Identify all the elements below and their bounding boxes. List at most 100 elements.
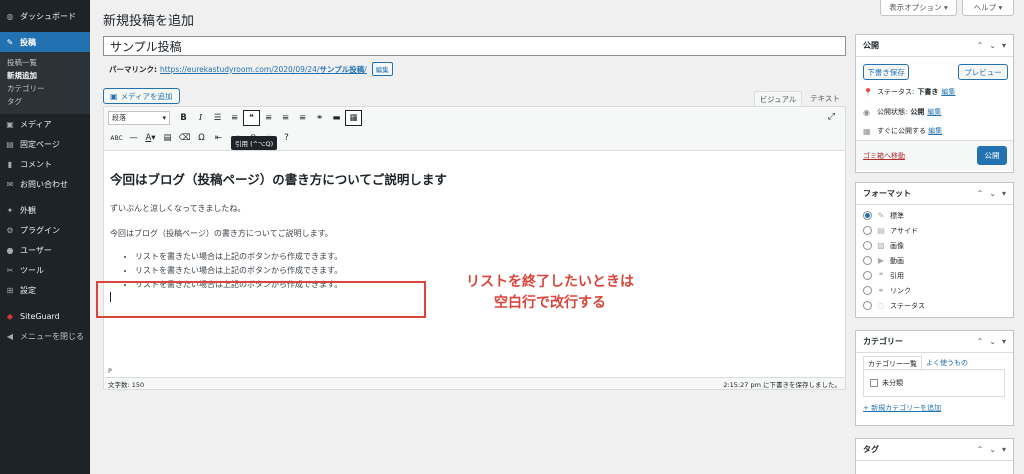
sidebar-item-dashboard[interactable]: ◍ ダッシュボード [0, 6, 90, 26]
chevron-down-icon[interactable]: ⌄ [989, 189, 996, 198]
permalink-slug: サンプル投稿 [319, 64, 365, 74]
chevron-up-icon[interactable]: ⌃ [977, 41, 984, 50]
editor-toolbar: 段落 ▾ B I ☰ ≡ ❝ ≡ ≡ ≡ ⚭ ▬ ▦ ⤢ ABC — A ▾ ▤ ⌫… [104, 107, 845, 151]
chevron-down-icon[interactable]: ⌄ [989, 445, 996, 454]
trash-link[interactable]: ゴミ箱へ移動 [863, 151, 905, 161]
sidebar-item-comments[interactable]: ▮ コメント [0, 154, 90, 174]
help-button[interactable]: ヘルプ ▾ [962, 0, 1014, 16]
preview-button[interactable]: プレビュー [958, 64, 1008, 80]
publish-button[interactable]: 公開 [977, 146, 1007, 165]
chevron-up-icon[interactable]: ⌃ [977, 189, 984, 198]
sidebar-item-appearance[interactable]: ✦ 外観 [0, 200, 90, 220]
tab-text[interactable]: テキスト [804, 91, 846, 106]
align-left-icon[interactable]: ≡ [260, 110, 277, 126]
tab-visual[interactable]: ビジュアル [754, 91, 802, 106]
category-label: 未分類 [882, 379, 903, 387]
radio[interactable] [863, 286, 872, 295]
submenu-tags[interactable]: タグ [0, 95, 90, 108]
italic-icon[interactable]: I [192, 110, 209, 126]
link-icon[interactable]: ⚭ [311, 110, 328, 126]
format-option-link[interactable]: ⚭ リンク [856, 283, 1013, 298]
radio[interactable] [863, 256, 872, 265]
radio[interactable] [863, 301, 872, 310]
sidebar-item-siteguard[interactable]: ◆ SiteGuard [0, 306, 90, 326]
more-tag-icon[interactable]: ▬ [328, 110, 345, 126]
format-select[interactable]: 段落 ▾ [108, 111, 170, 125]
sidebar-item-plugins[interactable]: ⚙ プラグイン [0, 220, 90, 240]
format-option-label: 標準 [890, 211, 904, 220]
special-char-icon[interactable]: Ω [193, 130, 210, 146]
format-box: フォーマット ⌃ ⌄ ▾ ✎ 標準 ▤ アサイド ▨ 画像 ▶ 動画 ❝ 引用 ⚭ リンク ◌ ステ… [855, 182, 1014, 318]
pin-icon: ✎ [6, 37, 14, 47]
align-center-icon[interactable]: ≡ [277, 110, 294, 126]
sidebar-item-posts[interactable]: ✎ 投稿 [0, 32, 90, 52]
radio[interactable] [863, 226, 872, 235]
caret-down-icon[interactable]: ▾ [1002, 337, 1006, 346]
edit-schedule-link[interactable]: 編集 [928, 126, 942, 136]
publish-box-title: 公開 [863, 41, 879, 50]
radio[interactable] [863, 271, 872, 280]
toolbar-toggle-icon[interactable]: ▦ [345, 110, 362, 126]
chevron-up-icon[interactable]: ⌃ [977, 445, 984, 454]
format-option-quote[interactable]: ❝ 引用 [856, 268, 1013, 283]
sidebar-item-contact[interactable]: ✉ お問い合わせ [0, 174, 90, 194]
chevron-down-icon[interactable]: ⌄ [989, 337, 996, 346]
caret-down-icon[interactable]: ▾ [1002, 189, 1006, 198]
text-color-icon[interactable]: A ▾ [142, 130, 159, 146]
submenu-all-posts[interactable]: 投稿一覧 [0, 56, 90, 69]
screen-options-button[interactable]: 表示オプション ▾ [880, 0, 957, 16]
edit-status-link[interactable]: 編集 [941, 87, 955, 97]
clear-format-icon[interactable]: ⌫ [176, 130, 193, 146]
format-option-status[interactable]: ◌ ステータス [856, 298, 1013, 313]
format-option-aside[interactable]: ▤ アサイド [856, 223, 1013, 238]
link-icon: ⚭ [877, 286, 885, 295]
format-option-standard[interactable]: ✎ 標準 [856, 208, 1013, 223]
numbered-list-icon[interactable]: ≡ [226, 110, 243, 126]
outdent-icon[interactable]: ⇤ [210, 130, 227, 146]
submenu-categories[interactable]: カテゴリー [0, 82, 90, 95]
radio[interactable] [863, 241, 872, 250]
tool-icon: ✂ [6, 265, 14, 275]
caret-down-icon[interactable]: ▾ [1002, 41, 1006, 50]
edit-visibility-link[interactable]: 編集 [927, 107, 941, 117]
radio-selected[interactable] [863, 211, 872, 220]
add-media-button[interactable]: ▣ メディアを追加 [103, 88, 180, 104]
category-checkbox[interactable] [870, 379, 878, 387]
collapse-menu-button[interactable]: ◀ メニューを閉じる [0, 326, 90, 346]
permalink-edit-button[interactable]: 編集 [371, 62, 393, 76]
content-paragraph: ずいぶんと涼しくなってきましたね。 [110, 204, 246, 213]
sidebar-item-media[interactable]: ▣ メディア [0, 114, 90, 134]
add-media-label: メディアを追加 [120, 91, 173, 101]
format-option-image[interactable]: ▨ 画像 [856, 238, 1013, 253]
sidebar-item-label: ツール [20, 265, 44, 275]
fullscreen-icon[interactable]: ⤢ [828, 112, 835, 122]
save-draft-button[interactable]: 下書き保存 [863, 64, 909, 80]
caret-down-icon[interactable]: ▾ [1002, 445, 1006, 454]
chevron-down-icon[interactable]: ⌄ [989, 41, 996, 50]
bullet-list-icon[interactable]: ☰ [209, 110, 226, 126]
submenu-add-new[interactable]: 新規追加 [0, 69, 90, 82]
format-option-video[interactable]: ▶ 動画 [856, 253, 1013, 268]
post-title-input[interactable]: サンプル投稿 [103, 36, 846, 56]
quote-icon: ❝ [878, 271, 884, 280]
paste-text-icon[interactable]: ▤ [159, 130, 176, 146]
sidebar-item-users[interactable]: ● ユーザー [0, 240, 90, 260]
plugin-icon: ⚙ [6, 225, 14, 235]
add-category-link[interactable]: + 新規カテゴリーを追加 [863, 403, 941, 413]
sidebar-item-settings[interactable]: ⊞ 設定 [0, 280, 90, 300]
posts-submenu: 投稿一覧 新規追加 カテゴリー タグ [0, 52, 90, 114]
bold-icon[interactable]: B [175, 110, 192, 126]
permalink-link[interactable]: https://eurekastudyroom.com/2020/09/24/サ… [160, 64, 367, 75]
strikethrough-icon[interactable]: ABC [108, 130, 125, 146]
align-right-icon[interactable]: ≡ [294, 110, 311, 126]
chevron-up-icon[interactable]: ⌃ [977, 337, 984, 346]
help-icon[interactable]: ? [278, 130, 295, 146]
editor-content[interactable]: 今回はブログ（投稿ページ）の書き方についてご説明します ずいぶんと涼しくなってき… [104, 151, 845, 290]
format-box-title: フォーマット [863, 189, 911, 198]
page-icon: ▤ [6, 139, 14, 149]
sidebar-item-pages[interactable]: ▤ 固定ページ [0, 134, 90, 154]
sidebar-item-tools[interactable]: ✂ ツール [0, 260, 90, 280]
horizontal-line-icon[interactable]: — [125, 130, 142, 146]
format-option-label: リンク [890, 286, 911, 295]
blockquote-icon[interactable]: ❝ [243, 110, 260, 126]
